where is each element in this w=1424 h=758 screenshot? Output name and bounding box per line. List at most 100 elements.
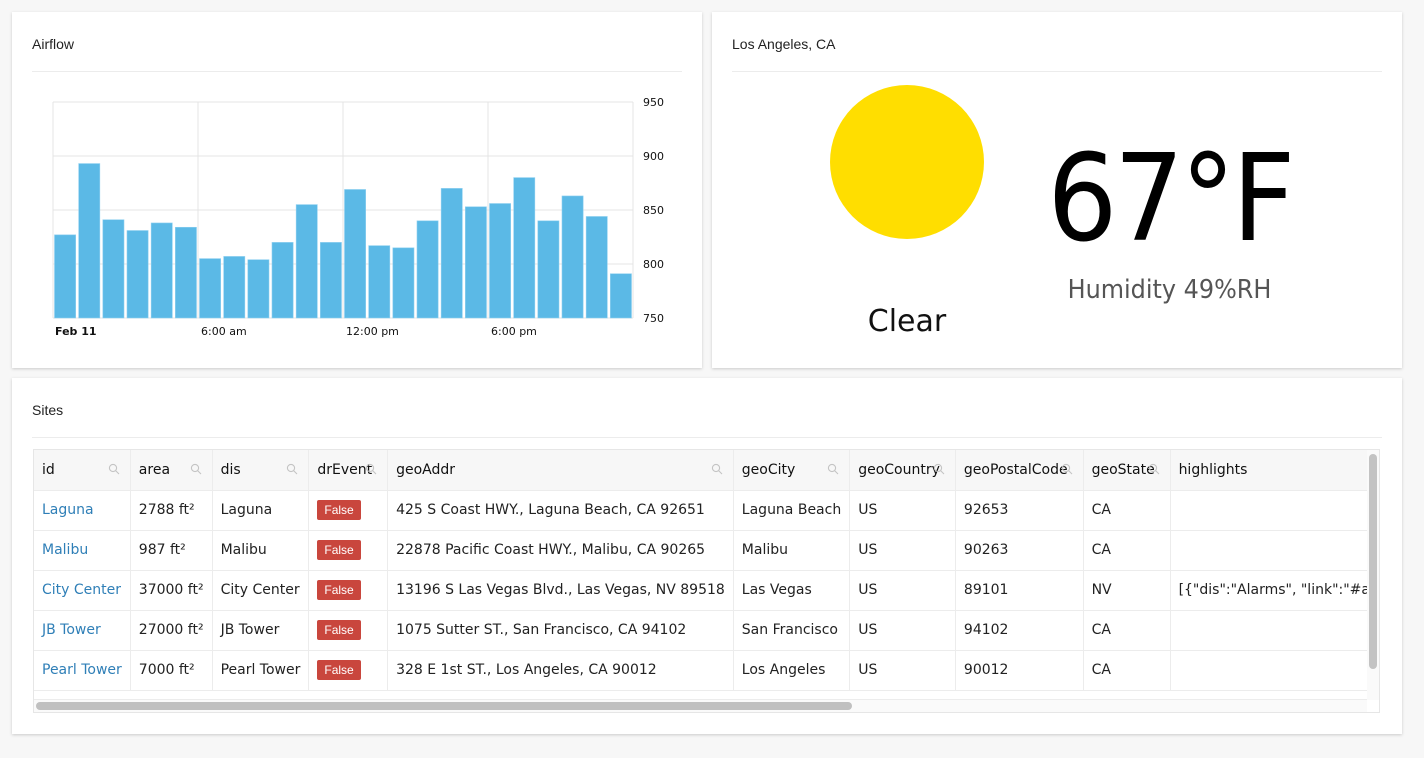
table-row[interactable]: Laguna 2788 ft² Laguna False 425 S Coast HWY… (34, 490, 1379, 531)
bar[interactable] (320, 242, 342, 319)
search-icon[interactable] (190, 463, 202, 475)
cell-highlights (1170, 530, 1379, 571)
vertical-scrollbar[interactable] (1367, 450, 1379, 700)
cell-geoCity: Las Vegas (733, 570, 851, 611)
bar[interactable] (610, 273, 632, 319)
table-row[interactable]: JB Tower 27000 ft² JB Tower False 1075 Sutte… (34, 610, 1379, 651)
table-row[interactable]: Malibu 987 ft² Malibu False 22878 Pacific Co… (34, 530, 1379, 571)
cell-value: US (858, 582, 878, 598)
cell-value: JB Tower (220, 622, 280, 638)
table-row[interactable]: Pearl Tower 7000 ft² Pearl Tower False 328 E… (34, 650, 1379, 691)
bar[interactable] (440, 188, 463, 319)
site-link[interactable]: City Center (42, 582, 121, 598)
bar[interactable] (392, 247, 415, 319)
cell-id: Malibu (34, 530, 131, 571)
search-icon[interactable] (108, 463, 120, 475)
column-header-label: geoAddr (396, 461, 456, 478)
status-badge: False (317, 580, 361, 600)
column-header-drEvent[interactable]: drEvent (308, 450, 389, 491)
column-header-geoCity[interactable]: geoCity (733, 450, 851, 491)
bar[interactable] (295, 204, 318, 319)
site-link[interactable]: Malibu (42, 542, 88, 558)
cell-value: CA (1091, 662, 1111, 678)
bar[interactable] (102, 219, 125, 319)
cell-id: JB Tower (34, 610, 131, 651)
bar[interactable] (126, 230, 149, 319)
site-link[interactable]: Pearl Tower (42, 662, 122, 678)
cell-geoAddr: 425 S Coast HWY., Laguna Beach, CA 92651 (387, 490, 734, 531)
weather-panel: Los Angeles, CA Clear 67°F Humidity 49%R… (712, 12, 1402, 368)
search-icon[interactable] (286, 463, 298, 475)
cell-value: 37000 ft² (138, 582, 204, 598)
horizontal-scrollbar-thumb[interactable] (36, 702, 852, 710)
column-header-label: geoPostalCode (963, 461, 1068, 478)
cell-dis: City Center (212, 570, 310, 611)
bar[interactable] (585, 216, 608, 319)
bar[interactable] (271, 242, 294, 319)
cell-geoCity: San Francisco (733, 610, 851, 651)
cell-value: Malibu (220, 542, 267, 558)
site-link[interactable]: Laguna (42, 502, 94, 518)
bar[interactable] (489, 203, 511, 319)
status-badge: False (317, 660, 361, 680)
bar[interactable] (537, 220, 560, 319)
bar[interactable] (561, 195, 584, 319)
x-tick-label: 12:00 pm (346, 325, 399, 338)
cell-value: Pearl Tower (220, 662, 301, 678)
cell-geoAddr: 1075 Sutter ST., San Francisco, CA 94102 (387, 610, 734, 651)
bar[interactable] (465, 206, 487, 319)
column-header-geoPostalCode[interactable]: geoPostalCode (955, 450, 1084, 491)
bar[interactable] (513, 177, 536, 319)
column-header-dis[interactable]: dis (212, 450, 310, 491)
cell-value: US (858, 622, 878, 638)
cell-dis: Malibu (212, 530, 310, 571)
temperature: 67°F (1047, 130, 1295, 269)
sites-table: id area dis drEvent geoAddr geoCity geoCountry… (34, 450, 1379, 691)
bar[interactable] (150, 222, 173, 319)
column-header-highlights[interactable]: highlights (1170, 450, 1379, 491)
y-tick-label: 750 (643, 312, 664, 325)
column-header-geoCountry[interactable]: geoCountry (849, 450, 956, 491)
bar[interactable] (368, 245, 391, 319)
search-icon[interactable] (1148, 463, 1160, 475)
cell-area: 27000 ft² (130, 610, 213, 651)
search-icon[interactable] (933, 463, 945, 475)
cell-value: CA (1091, 622, 1111, 638)
bar[interactable] (247, 259, 270, 319)
cell-id: City Center (34, 570, 131, 611)
column-header-label: drEvent (317, 461, 373, 478)
column-header-id[interactable]: id (34, 450, 131, 491)
cell-value: 92653 (963, 502, 1009, 518)
search-icon[interactable] (827, 463, 839, 475)
cell-geoCity: Los Angeles (733, 650, 851, 691)
column-header-label: geoCity (741, 461, 796, 478)
cell-geoPostalCode: 92653 (955, 490, 1084, 531)
bar[interactable] (223, 256, 246, 319)
bar[interactable] (416, 220, 439, 319)
cell-geoPostalCode: 90263 (955, 530, 1084, 571)
cell-highlights: [{"dis":"Alarms", "link":"#a (1170, 570, 1379, 611)
site-link[interactable]: JB Tower (42, 622, 101, 638)
cell-dis: JB Tower (212, 610, 310, 651)
search-icon[interactable] (711, 463, 723, 475)
column-header-geoAddr[interactable]: geoAddr (387, 450, 734, 491)
cell-geoState: CA (1083, 490, 1171, 531)
table-row[interactable]: City Center 37000 ft² City Center False 1319… (34, 570, 1379, 611)
cell-geoCity: Malibu (733, 530, 851, 571)
cell-geoPostalCode: 90012 (955, 650, 1084, 691)
bar[interactable] (54, 234, 76, 319)
bar[interactable] (175, 226, 197, 319)
vertical-scrollbar-thumb[interactable] (1369, 454, 1377, 669)
search-icon[interactable] (365, 463, 377, 475)
x-tick-label: Feb 11 (55, 325, 97, 338)
cell-value: NV (1091, 582, 1112, 598)
horizontal-scrollbar[interactable] (34, 699, 1367, 712)
column-header-area[interactable]: area (130, 450, 213, 491)
bar[interactable] (199, 258, 221, 319)
bar[interactable] (78, 163, 101, 319)
bar[interactable] (344, 189, 366, 319)
cell-dis: Pearl Tower (212, 650, 310, 691)
column-header-geoState[interactable]: geoState (1083, 450, 1171, 491)
column-header-label: highlights (1178, 461, 1248, 478)
search-icon[interactable] (1061, 463, 1073, 475)
